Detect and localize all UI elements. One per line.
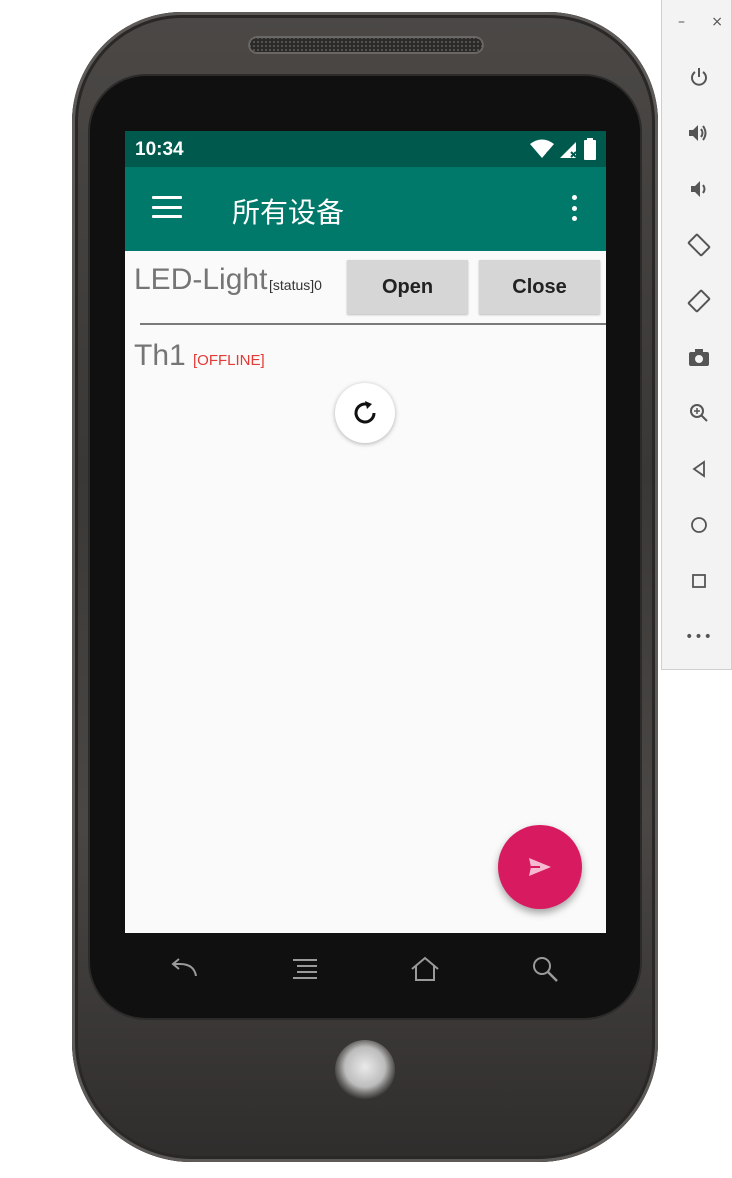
overview-square-icon[interactable] <box>682 564 716 598</box>
wifi-icon <box>530 139 554 163</box>
emulator-side-panel: – × ••• <box>661 0 732 670</box>
device-status: [status]0 <box>269 277 322 293</box>
divider <box>140 323 606 325</box>
hamburger-icon[interactable] <box>152 196 182 218</box>
list-item: LED-Light [status]0 Open Close <box>125 251 606 325</box>
page-title: 所有设备 <box>232 196 345 229</box>
earpiece-speaker <box>248 36 484 54</box>
cell-signal-icon <box>560 139 578 163</box>
rotate-right-icon[interactable] <box>682 284 716 318</box>
device-screen: 10:34 所有设备 LED-Light [status]0 Open Clos… <box>125 131 606 933</box>
home-icon[interactable] <box>407 951 443 987</box>
send-icon <box>529 858 551 876</box>
hardware-trackball[interactable] <box>335 1040 395 1100</box>
refresh-icon <box>335 383 395 443</box>
back-triangle-icon[interactable] <box>682 452 716 486</box>
status-bar: 10:34 <box>125 131 606 167</box>
menu-key-icon[interactable] <box>287 951 323 987</box>
camera-icon[interactable] <box>682 340 716 374</box>
search-icon[interactable] <box>527 951 563 987</box>
volume-up-icon[interactable] <box>682 116 716 150</box>
close-button[interactable]: Close <box>479 260 600 314</box>
power-icon[interactable] <box>682 60 716 94</box>
device-status: [OFFLINE] <box>193 352 265 369</box>
volume-down-icon[interactable] <box>682 172 716 206</box>
status-icons <box>530 138 596 164</box>
soft-keys <box>125 945 606 991</box>
rotate-left-icon[interactable] <box>682 228 716 262</box>
zoom-icon[interactable] <box>682 396 716 430</box>
close-button[interactable]: × <box>711 14 723 30</box>
window-controls: – × <box>678 14 723 30</box>
more-icon[interactable]: ••• <box>682 620 716 654</box>
more-vert-icon[interactable] <box>570 195 578 221</box>
send-fab-button[interactable] <box>498 825 582 909</box>
device-name: LED-Light <box>134 263 268 296</box>
battery-icon <box>584 138 596 164</box>
device-name: Th1 <box>134 339 186 372</box>
status-time: 10:34 <box>135 139 184 160</box>
back-icon[interactable] <box>166 951 202 987</box>
list-item: Th1 [OFFLINE] <box>125 337 606 377</box>
open-button[interactable]: Open <box>347 260 468 314</box>
minimize-button[interactable]: – <box>678 14 685 30</box>
home-circle-icon[interactable] <box>682 508 716 542</box>
app-bar: 所有设备 <box>125 167 606 251</box>
